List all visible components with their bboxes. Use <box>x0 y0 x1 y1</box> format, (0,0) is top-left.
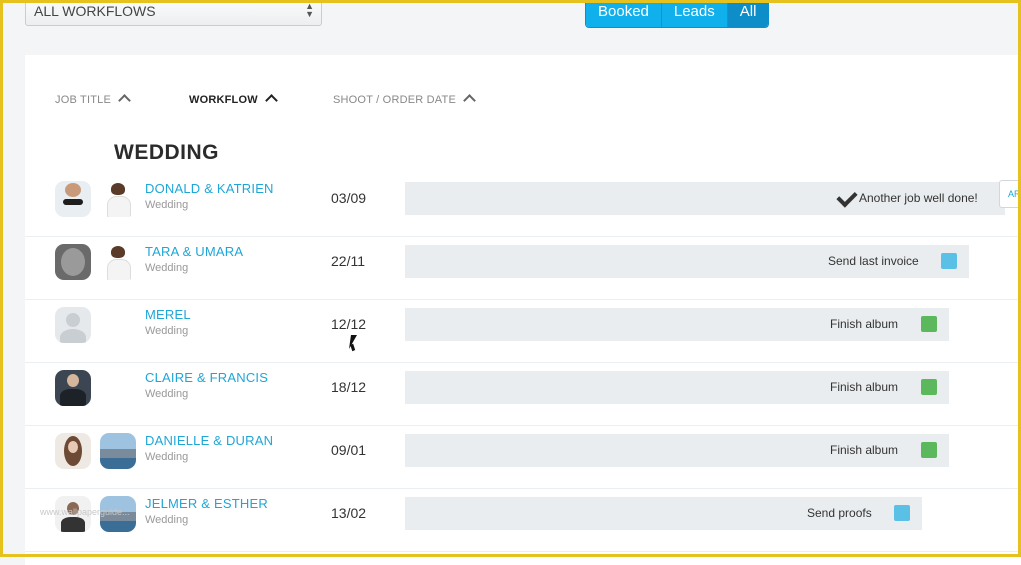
sort-shoot-date[interactable]: SHOOT / ORDER DATE <box>333 94 476 107</box>
shoot-date: 12/12 <box>331 316 367 332</box>
jobs-card: JOB TITLE WORKFLOW SHOOT / ORDER DATE WE… <box>25 55 1021 565</box>
shoot-date: 13/02 <box>331 505 367 521</box>
avatar <box>100 433 136 469</box>
status-color-swatch[interactable] <box>894 505 910 521</box>
avatar <box>100 181 136 217</box>
workflow-progress-bar: Another job well done! <box>405 182 1005 215</box>
workflow-progress-bar: Send proofs <box>405 497 922 530</box>
checkmark-icon <box>836 186 858 208</box>
job-type: Wedding <box>145 514 189 526</box>
shoot-date-header-label: SHOOT / ORDER DATE <box>333 94 456 106</box>
toggle-leads-button[interactable]: Leads <box>661 0 728 27</box>
table-row[interactable]: DONALD & KATRIEN Wedding 03/09 Another j… <box>25 173 1021 237</box>
watermark-text: www.wallpaperguide... <box>40 507 130 517</box>
workflow-status: Finish album <box>830 380 899 394</box>
job-type: Wedding <box>145 388 189 400</box>
shoot-date: 03/09 <box>331 190 367 206</box>
job-title-header-label: JOB TITLE <box>55 94 111 106</box>
workflow-progress-bar: Finish album <box>405 434 949 467</box>
status-color-swatch[interactable] <box>941 253 957 269</box>
shoot-date: 09/01 <box>331 442 367 458</box>
table-row[interactable]: DANIELLE & DURAN Wedding 09/01 Finish al… <box>25 425 1021 489</box>
job-type: Wedding <box>145 199 189 211</box>
job-name-link[interactable]: DANIELLE & DURAN <box>145 433 273 448</box>
booking-status-toggle: Booked Leads All <box>585 0 770 28</box>
workflow-filter-value: ALL WORKFLOWS <box>34 3 156 19</box>
avatar <box>55 370 91 406</box>
workflow-status: Finish album <box>830 317 899 331</box>
workflow-filter-select[interactable]: ALL WORKFLOWS ▲ ▼ <box>25 0 322 26</box>
sort-caret-icon <box>463 94 476 107</box>
table-row[interactable]: JELMER & ESTHER Wedding 13/02 Send proof… <box>25 488 1021 552</box>
status-color-swatch[interactable] <box>921 316 937 332</box>
job-type: Wedding <box>145 325 189 337</box>
avatar <box>55 433 91 469</box>
table-row[interactable]: MEREL Wedding 12/12 Finish album <box>25 299 1021 363</box>
job-type: Wedding <box>145 262 189 274</box>
status-color-swatch[interactable] <box>921 442 937 458</box>
shoot-date: 18/12 <box>331 379 367 395</box>
workflow-status: Finish album <box>830 443 899 457</box>
archive-button[interactable]: AR <box>999 180 1021 208</box>
avatar <box>55 244 91 280</box>
workflow-progress-bar: Send last invoice <box>405 245 969 278</box>
workflow-status: Send proofs <box>807 506 872 520</box>
workflow-progress-bar: Finish album <box>405 371 949 404</box>
status-color-swatch[interactable] <box>921 379 937 395</box>
workflow-progress-bar: Finish album <box>405 308 949 341</box>
toggle-booked-button[interactable]: Booked <box>586 0 662 27</box>
avatar <box>100 244 136 280</box>
job-name-link[interactable]: TARA & UMARA <box>145 244 243 259</box>
job-name-link[interactable]: JELMER & ESTHER <box>145 496 268 511</box>
table-row[interactable]: CLAIRE & FRANCIS Wedding 18/12 Finish al… <box>25 362 1021 426</box>
workflow-header-label: WORKFLOW <box>189 94 258 106</box>
group-title: WEDDING <box>114 141 219 164</box>
toggle-all-button[interactable]: All <box>727 0 769 27</box>
avatar <box>55 181 91 217</box>
job-name-link[interactable]: CLAIRE & FRANCIS <box>145 370 268 385</box>
shoot-date: 22/11 <box>331 253 365 269</box>
table-row[interactable]: TARA & UMARA Wedding 22/11 Send last inv… <box>25 236 1021 300</box>
sort-job-title[interactable]: JOB TITLE <box>55 94 131 107</box>
workflow-status: Send last invoice <box>828 254 919 268</box>
job-name-link[interactable]: DONALD & KATRIEN <box>145 181 274 196</box>
sort-caret-icon <box>264 94 278 107</box>
sort-caret-icon <box>118 94 131 107</box>
job-name-link[interactable]: MEREL <box>145 307 191 322</box>
job-type: Wedding <box>145 451 189 463</box>
workflow-status: Another job well done! <box>859 191 978 205</box>
avatar <box>55 307 91 343</box>
sort-workflow[interactable]: WORKFLOW <box>189 94 278 107</box>
select-arrows-icon: ▲ ▼ <box>305 1 314 19</box>
